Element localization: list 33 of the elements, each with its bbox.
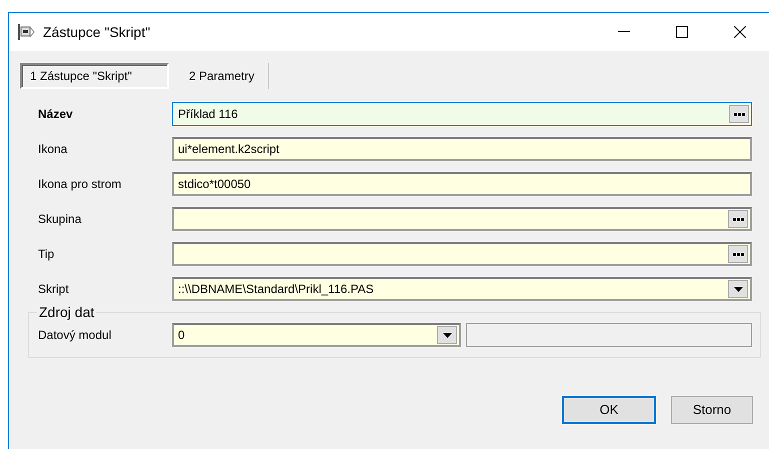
combo-box[interactable]: 0: [172, 323, 461, 347]
ellipsis-button[interactable]: [729, 105, 749, 123]
window-title: Zástupce "Skript": [43, 22, 150, 42]
field-label: Ikona: [38, 141, 68, 158]
tab[interactable]: 1 Zástupce "Skript": [20, 63, 169, 89]
minimize-icon: [618, 31, 630, 33]
lookup-field[interactable]: [172, 242, 752, 266]
ellipsis-icon: [732, 252, 744, 256]
field-label: Tip: [38, 246, 56, 263]
dropdown-button[interactable]: [728, 280, 748, 298]
ok-button[interactable]: OK: [562, 396, 656, 424]
caret-icon: [442, 332, 452, 338]
ellipsis-icon: [734, 112, 744, 116]
input-field[interactable]: ui*element.k2script: [172, 137, 752, 161]
combo-box[interactable]: ::\\DBNAME\Standard\Prikl_116.PAS: [172, 277, 752, 301]
close-icon: [734, 26, 746, 38]
ellipsis-button[interactable]: [728, 210, 748, 228]
dropdown-button[interactable]: [437, 326, 457, 344]
ellipsis-icon: [732, 218, 744, 220]
ellipsis-button[interactable]: [728, 245, 748, 263]
field-label: Název: [38, 106, 74, 123]
maximize-icon: [676, 26, 688, 38]
lookup-field[interactable]: [172, 207, 752, 231]
caret-icon: [734, 286, 742, 292]
field-label: Skupina: [38, 211, 82, 228]
field-label: Skript: [38, 281, 70, 298]
lookup-field[interactable]: Příklad 116: [172, 102, 752, 126]
app-icon: [17, 23, 35, 41]
field-label: Datový modul: [38, 327, 112, 344]
tab[interactable]: 2 Parametry: [175, 63, 270, 89]
cancel-button[interactable]: Storno: [671, 396, 753, 424]
field-label: Ikona pro strom: [38, 176, 122, 193]
input-field[interactable]: stdico*t00050: [172, 172, 752, 196]
